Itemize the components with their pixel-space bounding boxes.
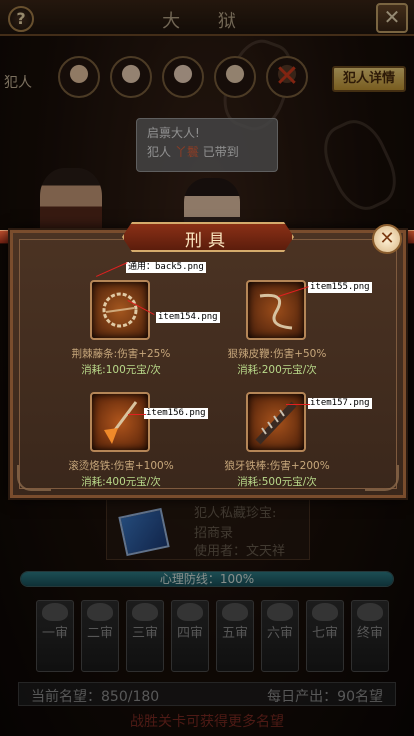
- debug-pointer: [286, 404, 310, 405]
- debug-pointer: [128, 414, 146, 415]
- item-name: 狼牙铁棒:伤害+200%: [224, 460, 330, 472]
- debug-label-item2: item155.png: [308, 282, 372, 293]
- modal-close-button[interactable]: ✕: [372, 224, 402, 254]
- item-spiked-club[interactable]: [246, 392, 306, 452]
- item-name: 狠辣皮鞭:伤害+50%: [227, 348, 327, 360]
- item-name: 滚烫烙铁:伤害+100%: [68, 460, 174, 472]
- item-cost: 消耗:200元宝/次: [237, 364, 317, 376]
- debug-label-item1: item154.png: [156, 312, 220, 323]
- item-thorn-vine[interactable]: [90, 280, 150, 340]
- item-cost: 消耗:100元宝/次: [81, 364, 161, 376]
- debug-label-item4: item157.png: [308, 398, 372, 409]
- item-branding-iron[interactable]: [90, 392, 150, 452]
- branding-iron-icon: [104, 401, 138, 444]
- debug-label-item3: item156.png: [144, 408, 208, 419]
- spiked-club-icon: [255, 401, 297, 445]
- item-cost: 消耗:500元宝/次: [237, 476, 317, 488]
- corner-ornament: [365, 465, 399, 491]
- thorn-vine-icon: [102, 292, 138, 328]
- debug-label-general: 通用：back5.png: [126, 262, 206, 273]
- item-cost: 消耗:400元宝/次: [81, 476, 161, 488]
- item-name: 荆棘藤条:伤害+25%: [71, 348, 171, 360]
- modal-title: 刑具: [185, 231, 231, 251]
